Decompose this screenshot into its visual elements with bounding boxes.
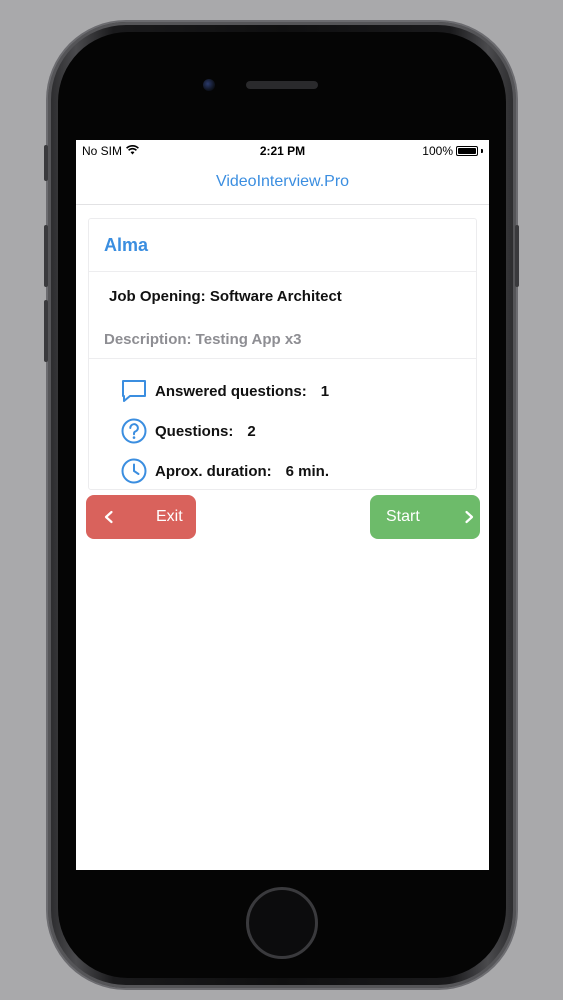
duration-value: 6 min.	[285, 462, 330, 480]
home-button[interactable]	[246, 887, 318, 959]
stat-answered-questions: Answered questions: 1	[121, 371, 476, 411]
exit-label: Exit	[156, 508, 183, 525]
power-button	[515, 225, 519, 287]
volume-down-button	[44, 300, 48, 362]
clock-icon	[121, 458, 147, 484]
start-button[interactable]: Start	[370, 495, 480, 539]
interview-card: Alma Job Opening: Software Architect Des…	[88, 218, 477, 490]
start-label: Start	[386, 508, 420, 525]
answered-questions-value: 1	[320, 382, 330, 400]
chevron-right-icon	[462, 510, 476, 524]
volume-up-button	[44, 225, 48, 287]
interview-stats: Answered questions: 1 Questions: 2 Aprox…	[89, 359, 476, 491]
mute-switch	[44, 145, 48, 181]
battery-icon	[456, 146, 478, 156]
earpiece-speaker	[246, 81, 318, 89]
battery-percent: 100%	[422, 144, 453, 158]
stat-questions: Questions: 2	[121, 411, 476, 451]
chevron-left-icon	[102, 510, 116, 524]
questions-label: Questions:	[155, 422, 234, 440]
question-circle-icon	[121, 418, 147, 444]
stat-duration: Aprox. duration: 6 min.	[121, 451, 476, 491]
duration-label: Aprox. duration:	[155, 462, 272, 480]
app-screen: No SIM 2:21 PM 100% VideoInterview.Pro A…	[76, 140, 489, 870]
questions-value: 2	[247, 422, 256, 440]
candidate-name: Alma	[89, 219, 476, 272]
status-bar: No SIM 2:21 PM 100%	[76, 140, 489, 162]
answered-questions-label: Answered questions:	[155, 382, 307, 400]
job-opening: Job Opening: Software Architect	[109, 288, 342, 305]
chat-bubble-icon	[121, 378, 147, 404]
front-camera	[203, 79, 215, 91]
nav-title: VideoInterview.Pro	[76, 162, 489, 205]
job-description: Description: Testing App x3	[89, 331, 476, 359]
exit-button[interactable]: Exit	[86, 495, 196, 539]
